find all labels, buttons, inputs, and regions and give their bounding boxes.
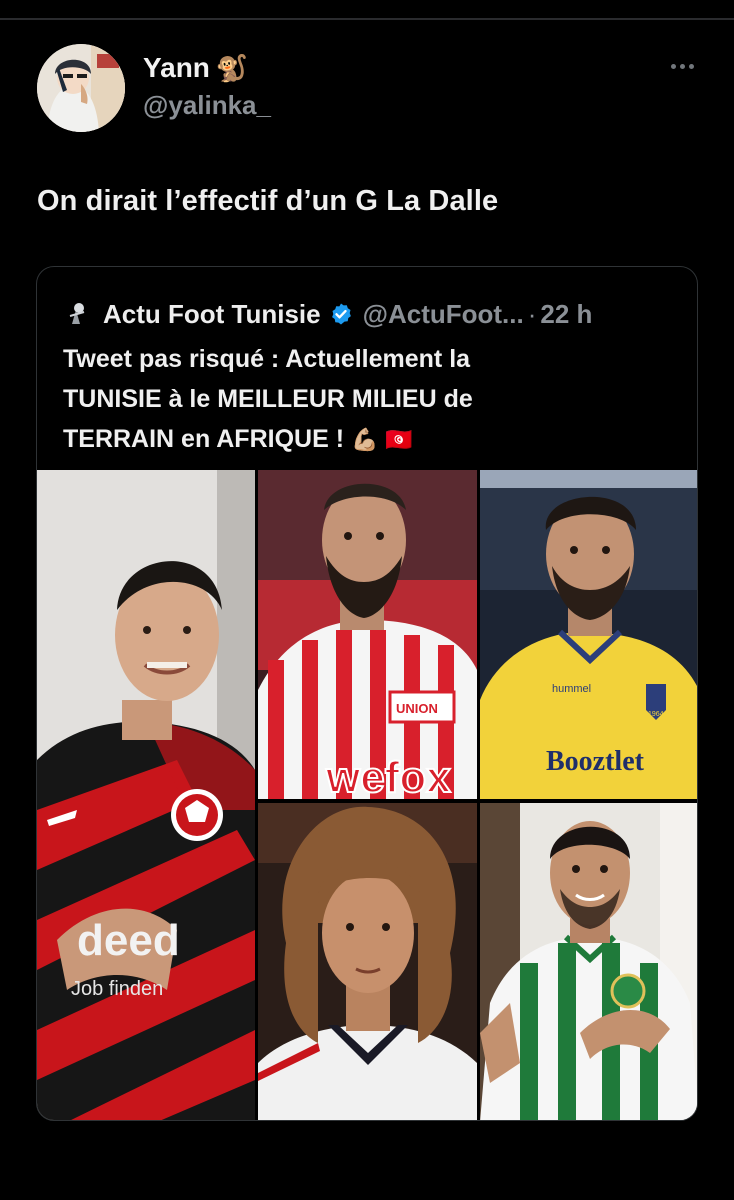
quoted-text-line: TERRAIN en AFRIQUE !	[63, 425, 345, 453]
monkey-emoji-icon: 🐒	[215, 53, 249, 83]
quoted-author-name[interactable]: Actu Foot Tunisie	[103, 299, 321, 330]
shirt-sponsor-text: deed	[77, 916, 180, 965]
player-photo-union-berlin[interactable]: UNION wefox	[258, 470, 477, 799]
more-horizontal-icon[interactable]	[668, 56, 696, 76]
quoted-author-handle[interactable]: @ActuFoot...	[363, 299, 524, 330]
club-crest-text: 1964	[648, 711, 664, 718]
quoted-tweet-text: Tweet pas risqué : Actuellement la TUNIS…	[63, 339, 673, 460]
club-badge-text: UNION	[396, 701, 438, 716]
shirt-sponsor-text: Booztlet	[546, 746, 645, 777]
player-photo-frankfurt[interactable]: deed Job finden	[37, 470, 255, 1120]
tunisia-flag-emoji-icon: 🇹🇳	[385, 427, 413, 452]
kit-brand-text: hummel	[552, 683, 591, 695]
tweet[interactable]: Yann 🐒 @yalinka_ On dirait l’effectif d’…	[0, 0, 734, 1200]
display-name-text: Yann	[143, 52, 210, 83]
quoted-timestamp[interactable]: 22 h	[540, 299, 592, 330]
player-photo-ferencvaros[interactable]	[480, 803, 697, 1120]
quoted-tweet-card[interactable]: Actu Foot Tunisie @ActuFoot... · 22 h Tw…	[36, 266, 698, 1121]
shirt-sponsor-text: wefox	[325, 753, 451, 799]
quoted-tweet-header: Actu Foot Tunisie @ActuFoot... · 22 h	[65, 297, 592, 331]
shirt-sponsor-subtext: Job finden	[71, 978, 163, 1000]
display-name[interactable]: Yann 🐒	[143, 52, 248, 84]
player-photo-curly-hair[interactable]	[258, 803, 477, 1120]
flexed-biceps-emoji-icon: 💪🏼	[350, 427, 379, 452]
avatar[interactable]	[37, 44, 125, 132]
separator-dot: ·	[527, 298, 537, 329]
quoted-author-avatar[interactable]	[65, 302, 89, 326]
quoted-text-line: Tweet pas risqué : Actuellement la	[63, 345, 471, 373]
player-photo-brondby[interactable]: 1964 hummel Booztlet	[480, 470, 697, 799]
quoted-text-line: TUNISIE à le MEILLEUR MILIEU de	[63, 385, 473, 413]
verified-badge-icon	[331, 303, 351, 325]
user-handle[interactable]: @yalinka_	[143, 90, 271, 121]
tweet-text: On dirait l’effectif d’un G La Dalle	[37, 185, 499, 217]
media-grid: deed Job finden UNION wefox 1964 hummel …	[37, 470, 697, 1120]
